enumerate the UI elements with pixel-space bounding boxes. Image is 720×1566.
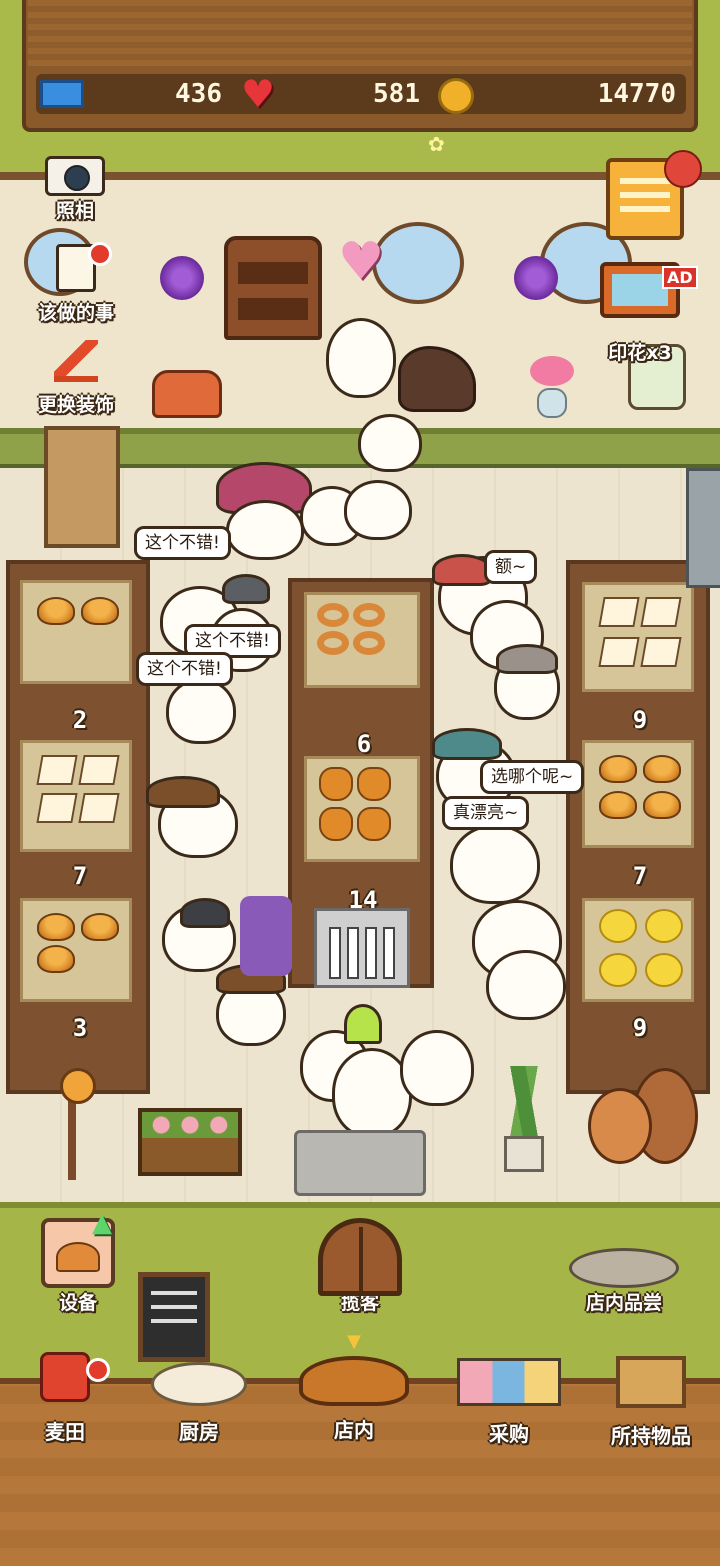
right-shelf-price-2: 7: [632, 862, 648, 890]
tasting-label: 店内品尝: [585, 1292, 662, 1314]
speech-bubble: 真漂亮~: [442, 796, 530, 830]
hearts-count: 581: [373, 79, 420, 109]
heart-icon: ♥: [240, 72, 276, 116]
tasting-button[interactable]: 店内品尝: [562, 1222, 686, 1314]
flower-decoration: ✿: [428, 132, 445, 156]
speech-bubble: 选哪个呢~: [480, 760, 585, 794]
wheat-sack-icon: [40, 1352, 90, 1402]
speech-bubble: 这个不错!: [136, 652, 233, 686]
customer: [450, 824, 540, 904]
stamp-label: 印花x3: [608, 342, 672, 364]
balloon-icon: [664, 150, 702, 188]
left-shelf-price-2: 7: [72, 862, 88, 890]
door-icon: [318, 1218, 402, 1296]
nav-wheat-field-label: 麦田: [45, 1420, 85, 1444]
todo-alert-dot: [88, 242, 112, 266]
nav-purchase-label: 采购: [489, 1422, 529, 1446]
dough-icon: [151, 1362, 247, 1406]
flower-vase: [530, 356, 574, 418]
nav-kitchen[interactable]: 厨房: [134, 1352, 264, 1448]
flower-planter: [138, 1108, 242, 1176]
left-shelf-price-1: 2: [72, 706, 88, 734]
squirrel-character: [582, 1058, 698, 1170]
customer: [400, 1030, 474, 1106]
bread-basket-icon: [299, 1356, 409, 1406]
cardboard-box: [44, 426, 120, 548]
brown-hat: [146, 776, 220, 808]
speech-bubble: 额~: [484, 550, 538, 584]
camera-icon: [45, 156, 105, 196]
coins-count: 14770: [597, 79, 676, 109]
camera-button[interactable]: 照相: [40, 156, 110, 232]
right-tray-1[interactable]: [582, 582, 694, 692]
red-hat: [432, 554, 492, 586]
decor-button[interactable]: 更换装饰: [26, 340, 126, 418]
paintbrush-icon: [54, 340, 98, 382]
active-indicator-icon: ▼: [347, 1331, 361, 1352]
speech-bubble: 这个不错!: [134, 526, 231, 560]
left-tray-2[interactable]: [20, 740, 132, 852]
potted-plant: [492, 1066, 556, 1176]
teal-hat: [432, 728, 502, 760]
nav-shop-label: 店内: [334, 1418, 374, 1442]
nav-shop[interactable]: ▼ 店内: [292, 1331, 416, 1448]
right-tray-3[interactable]: [582, 898, 694, 1002]
nav-inventory-label: 所持物品: [611, 1424, 691, 1448]
customer: [358, 414, 422, 472]
equipment-label: 设备: [58, 1292, 97, 1314]
left-tray-1[interactable]: [20, 580, 132, 684]
grape-decoration: [160, 256, 204, 300]
ticket-icon: [40, 80, 84, 108]
stamp-tv-button[interactable]: AD 印花x3: [600, 262, 698, 366]
box-icon: [616, 1356, 686, 1408]
telephone: [152, 370, 222, 418]
ad-badge: AD: [662, 266, 698, 289]
party-hat: [344, 1004, 382, 1044]
nav-wheat-field[interactable]: 麦田: [0, 1352, 130, 1448]
menu-chalkboard: [138, 1272, 210, 1362]
camera-label: 照相: [55, 200, 94, 222]
side-door: [686, 468, 720, 588]
grape-decoration: [514, 256, 558, 300]
center-tray-3[interactable]: [314, 908, 410, 988]
nav-inventory[interactable]: 所持物品: [586, 1352, 716, 1448]
coin-icon: [438, 78, 474, 114]
right-tray-2[interactable]: [582, 740, 694, 848]
wheat-alert-dot: [86, 1358, 110, 1382]
right-shelf-price-3: 9: [632, 1014, 648, 1042]
center-shelf-price-1: 6: [356, 730, 372, 758]
center-tray-1[interactable]: [304, 592, 420, 688]
baker-character: [326, 318, 396, 398]
status-panel-wood: [28, 0, 692, 66]
heart-ornament: ♥: [337, 232, 385, 292]
nav-purchase[interactable]: 采购: [444, 1352, 574, 1448]
customer: [486, 950, 566, 1020]
storefront-icon: [457, 1358, 561, 1406]
purple-cloth: [240, 896, 292, 976]
dark-hat: [180, 898, 230, 928]
customer: [226, 500, 304, 560]
nav-kitchen-label: 厨房: [179, 1420, 219, 1444]
decor-label: 更换装饰: [37, 394, 114, 416]
equipment-button[interactable]: ▲ 设备: [36, 1210, 120, 1314]
center-tray-2[interactable]: [304, 756, 420, 862]
upgrade-arrow-icon: ▲: [92, 1208, 112, 1238]
customer: [344, 480, 412, 540]
grey-hat: [496, 644, 558, 674]
attract-button[interactable]: 揽客: [312, 1218, 408, 1314]
right-shelf-price-1: 9: [632, 706, 648, 734]
display-cabinet: [224, 236, 322, 340]
customer: [166, 678, 236, 744]
hanging-lamp: [42, 1030, 102, 1180]
grey-hat: [222, 574, 270, 604]
left-tray-3[interactable]: [20, 898, 132, 1002]
todo-label: 该做的事: [37, 302, 114, 324]
todo-button[interactable]: 该做的事: [26, 242, 126, 330]
tickets-count: 436: [175, 79, 222, 109]
tasting-plate-icon: [569, 1248, 679, 1288]
entrance-mat: [294, 1130, 426, 1196]
